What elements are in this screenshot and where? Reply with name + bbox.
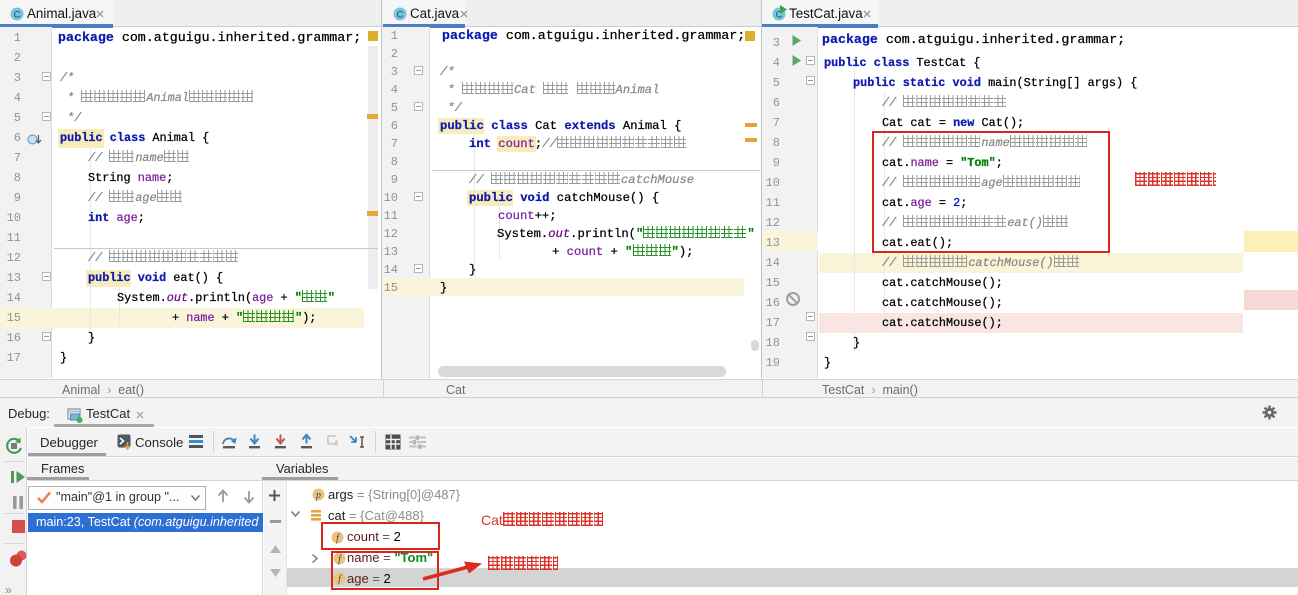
- svg-text:p: p: [315, 490, 321, 501]
- svg-text:C: C: [14, 10, 21, 21]
- svg-text:C: C: [397, 10, 404, 21]
